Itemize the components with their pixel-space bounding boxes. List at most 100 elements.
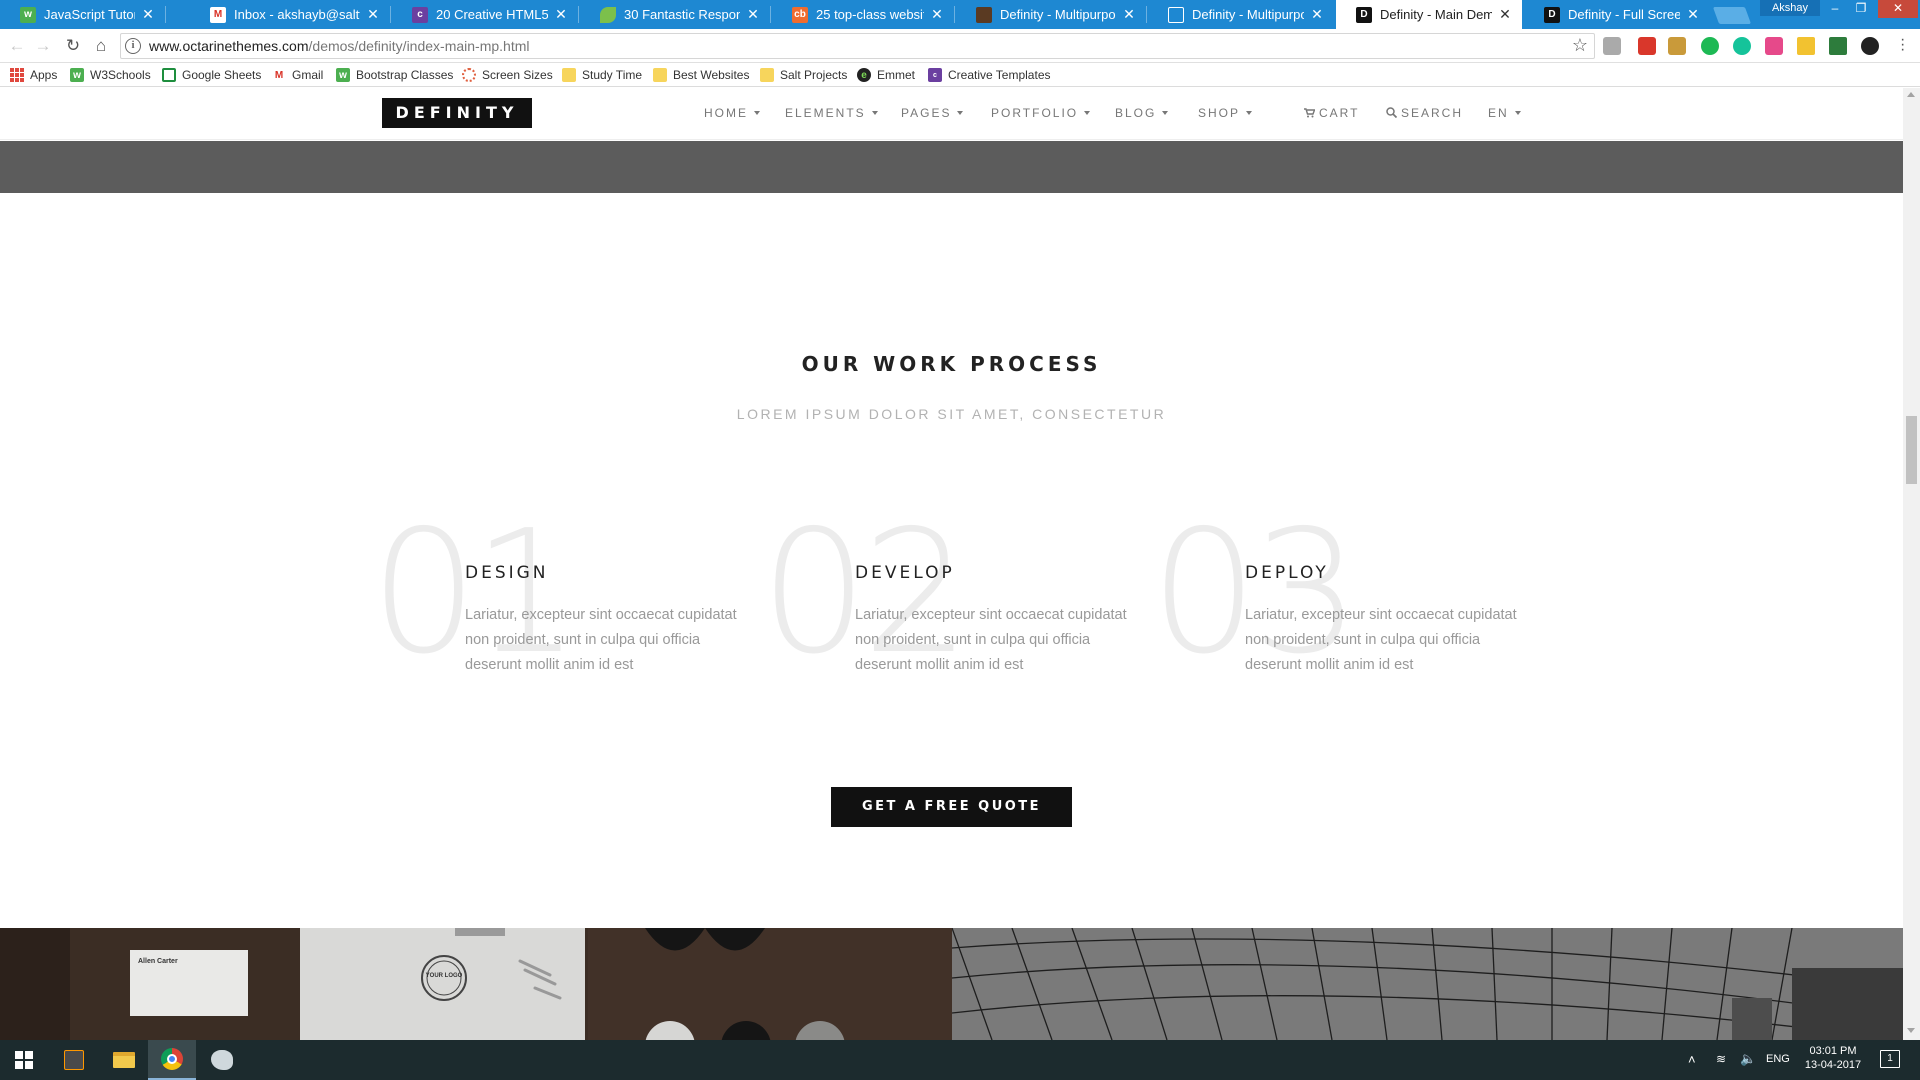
tab-definity-full-screen[interactable]: D Definity - Full Screen Sli ✕	[1524, 0, 1710, 29]
bookmark-label: Emmet	[877, 68, 916, 82]
nav-label: SHOP	[1198, 106, 1241, 120]
grammarly-extension-icon[interactable]	[1733, 37, 1751, 55]
ruler-extension-icon[interactable]	[1668, 37, 1686, 55]
close-icon[interactable]: ✕	[930, 6, 944, 23]
nav-label: PORTFOLIO	[991, 106, 1079, 120]
back-icon[interactable]: ←	[6, 35, 28, 57]
bookmark-emmet[interactable]: e Emmet	[857, 66, 915, 84]
wifi-icon[interactable]: ≋	[1716, 1052, 1726, 1066]
clock[interactable]: 03:01 PM 13-04-2017	[1798, 1045, 1868, 1071]
clock-time: 03:01 PM	[1809, 1045, 1857, 1057]
input-language[interactable]: ENG	[1766, 1053, 1790, 1065]
info-icon[interactable]: i	[125, 38, 141, 54]
speaker-muted-icon[interactable]: 🔈	[1740, 1051, 1756, 1067]
nav-home[interactable]: HOME	[704, 106, 760, 120]
tab-top-class-templates[interactable]: cb 25 top-class website ten ✕	[772, 0, 954, 29]
restore-icon[interactable]: ❐	[1848, 0, 1874, 18]
tab-fantastic-responsive[interactable]: 30 Fantastic Responsive ✕	[580, 0, 770, 29]
close-icon[interactable]: ✕	[1686, 6, 1700, 23]
colorpick-extension-icon[interactable]	[1765, 37, 1783, 55]
tab-title: Definity - Main Demo M	[1380, 7, 1492, 22]
page-scrollbar[interactable]	[1903, 88, 1920, 1040]
tab-creative-html5[interactable]: c 20 Creative HTML5/CSS ✕	[392, 0, 578, 29]
gmail-icon: M	[210, 6, 226, 23]
tab-definity-multipurpose-2[interactable]: Definity - Multipurpose ✕	[1148, 0, 1334, 29]
profile-button[interactable]: Akshay	[1760, 0, 1820, 16]
bookmark-star-icon[interactable]: ☆	[1572, 35, 1588, 56]
bookmark-apps[interactable]: Apps	[10, 66, 57, 84]
caret-down-icon	[1514, 111, 1521, 115]
scroll-down-icon[interactable]	[1907, 1028, 1915, 1033]
nav-portfolio[interactable]: PORTFOLIO	[991, 106, 1091, 120]
nav-shop[interactable]: SHOP	[1198, 106, 1253, 120]
window-close-icon[interactable]: ✕	[1878, 0, 1918, 18]
new-tab-button[interactable]	[1712, 7, 1752, 24]
bookmark-label: Google Sheets	[182, 68, 262, 82]
evernote-extension-icon[interactable]	[1701, 37, 1719, 55]
folder-icon	[562, 68, 576, 82]
tab-title: 30 Fantastic Responsive	[624, 7, 740, 22]
recycle-extension-icon[interactable]	[1603, 37, 1621, 55]
nav-label: SEARCH	[1401, 106, 1464, 120]
home-icon[interactable]: ⌂	[90, 35, 112, 57]
process-step-deploy: 03 DEPLOY Lariatur, excepteur sint occae…	[1150, 508, 1570, 678]
nav-pages[interactable]: PAGES	[901, 106, 964, 120]
close-icon[interactable]: ✕	[366, 6, 380, 23]
scroll-up-icon[interactable]	[1907, 92, 1915, 97]
bookmark-best-websites[interactable]: Best Websites	[653, 66, 749, 84]
file-explorer-icon[interactable]	[100, 1040, 148, 1080]
leaf-icon	[600, 6, 616, 23]
gallery-image-bridge[interactable]	[952, 928, 1903, 1040]
bookmark-bootstrap-classes[interactable]: w Bootstrap Classes	[336, 66, 453, 84]
vue-extension-icon[interactable]	[1829, 37, 1847, 55]
bookmark-creative-templates[interactable]: c Creative Templates	[928, 66, 1051, 84]
bookmark-label: Bootstrap Classes	[356, 68, 454, 82]
chrome-menu-icon[interactable]: · · ·	[1900, 32, 1905, 58]
reload-icon[interactable]: ↻	[62, 35, 84, 57]
bookmark-google-sheets[interactable]: Google Sheets	[162, 66, 261, 84]
bookmark-gmail[interactable]: M Gmail	[272, 66, 324, 84]
dark-extension-icon[interactable]	[1861, 37, 1879, 55]
windows-start-icon[interactable]	[0, 1040, 48, 1080]
close-icon[interactable]: ✕	[141, 6, 155, 23]
caret-down-icon	[871, 111, 878, 115]
step-description: Lariatur, excepteur sint occaecat cupida…	[1245, 607, 1517, 673]
close-icon[interactable]: ✕	[1122, 6, 1136, 23]
step-heading: DESIGN	[465, 563, 549, 583]
bookmark-w3schools[interactable]: w W3Schools	[70, 66, 151, 84]
tab-javascript-tutorial[interactable]: w JavaScript Tutorial ✕	[0, 0, 165, 29]
nav-search[interactable]: SEARCH	[1386, 106, 1463, 120]
chrome-taskbar-icon[interactable]	[148, 1040, 196, 1080]
clock-date: 13-04-2017	[1804, 1059, 1862, 1071]
address-bar[interactable]: i www.octarinethemes.com/demos/definity/…	[120, 33, 1595, 59]
notifications-icon[interactable]: 1	[1880, 1050, 1900, 1068]
bookmark-screen-sizes[interactable]: Screen Sizes	[462, 66, 553, 84]
scrollbar-thumb[interactable]	[1906, 416, 1917, 484]
close-icon[interactable]: ✕	[554, 6, 568, 23]
close-icon[interactable]: ✕	[1498, 6, 1512, 23]
tray-chevron-up-icon[interactable]: ˄	[1688, 1052, 1696, 1067]
adblock-extension-icon[interactable]	[1638, 37, 1656, 55]
document-icon	[1168, 6, 1184, 23]
paint-app-icon[interactable]	[198, 1040, 246, 1080]
tab-definity-multipurpose-1[interactable]: Definity - Multipurpose ✕	[956, 0, 1146, 29]
gallery-image-branding[interactable]: Allen Carter YOUR LOGO	[0, 928, 952, 1040]
close-icon[interactable]: ✕	[1310, 6, 1324, 23]
nav-cart[interactable]: CART	[1304, 106, 1359, 120]
site-logo[interactable]: DEFINITY	[382, 98, 532, 128]
nav-elements[interactable]: ELEMENTS	[785, 106, 878, 120]
w3schools-icon: w	[336, 68, 350, 82]
tab-gmail-inbox[interactable]: M Inbox - akshayb@saltte ✕	[190, 0, 390, 29]
forward-icon[interactable]: →	[32, 35, 54, 57]
get-free-quote-button[interactable]: GET A FREE QUOTE	[831, 787, 1072, 827]
nav-blog[interactable]: BLOG	[1115, 106, 1169, 120]
bookmark-salt-projects[interactable]: Salt Projects	[760, 66, 847, 84]
tab-definity-main-demo[interactable]: D Definity - Main Demo M ✕	[1336, 0, 1522, 29]
sublime-text-icon[interactable]	[50, 1040, 98, 1080]
nav-language[interactable]: EN	[1488, 106, 1521, 120]
close-icon[interactable]: ✕	[746, 6, 760, 23]
minimize-icon[interactable]: –	[1822, 0, 1848, 18]
bookmark-study-time[interactable]: Study Time	[562, 66, 642, 84]
apps-grid-icon	[10, 68, 24, 82]
star-extension-icon[interactable]	[1797, 37, 1815, 55]
